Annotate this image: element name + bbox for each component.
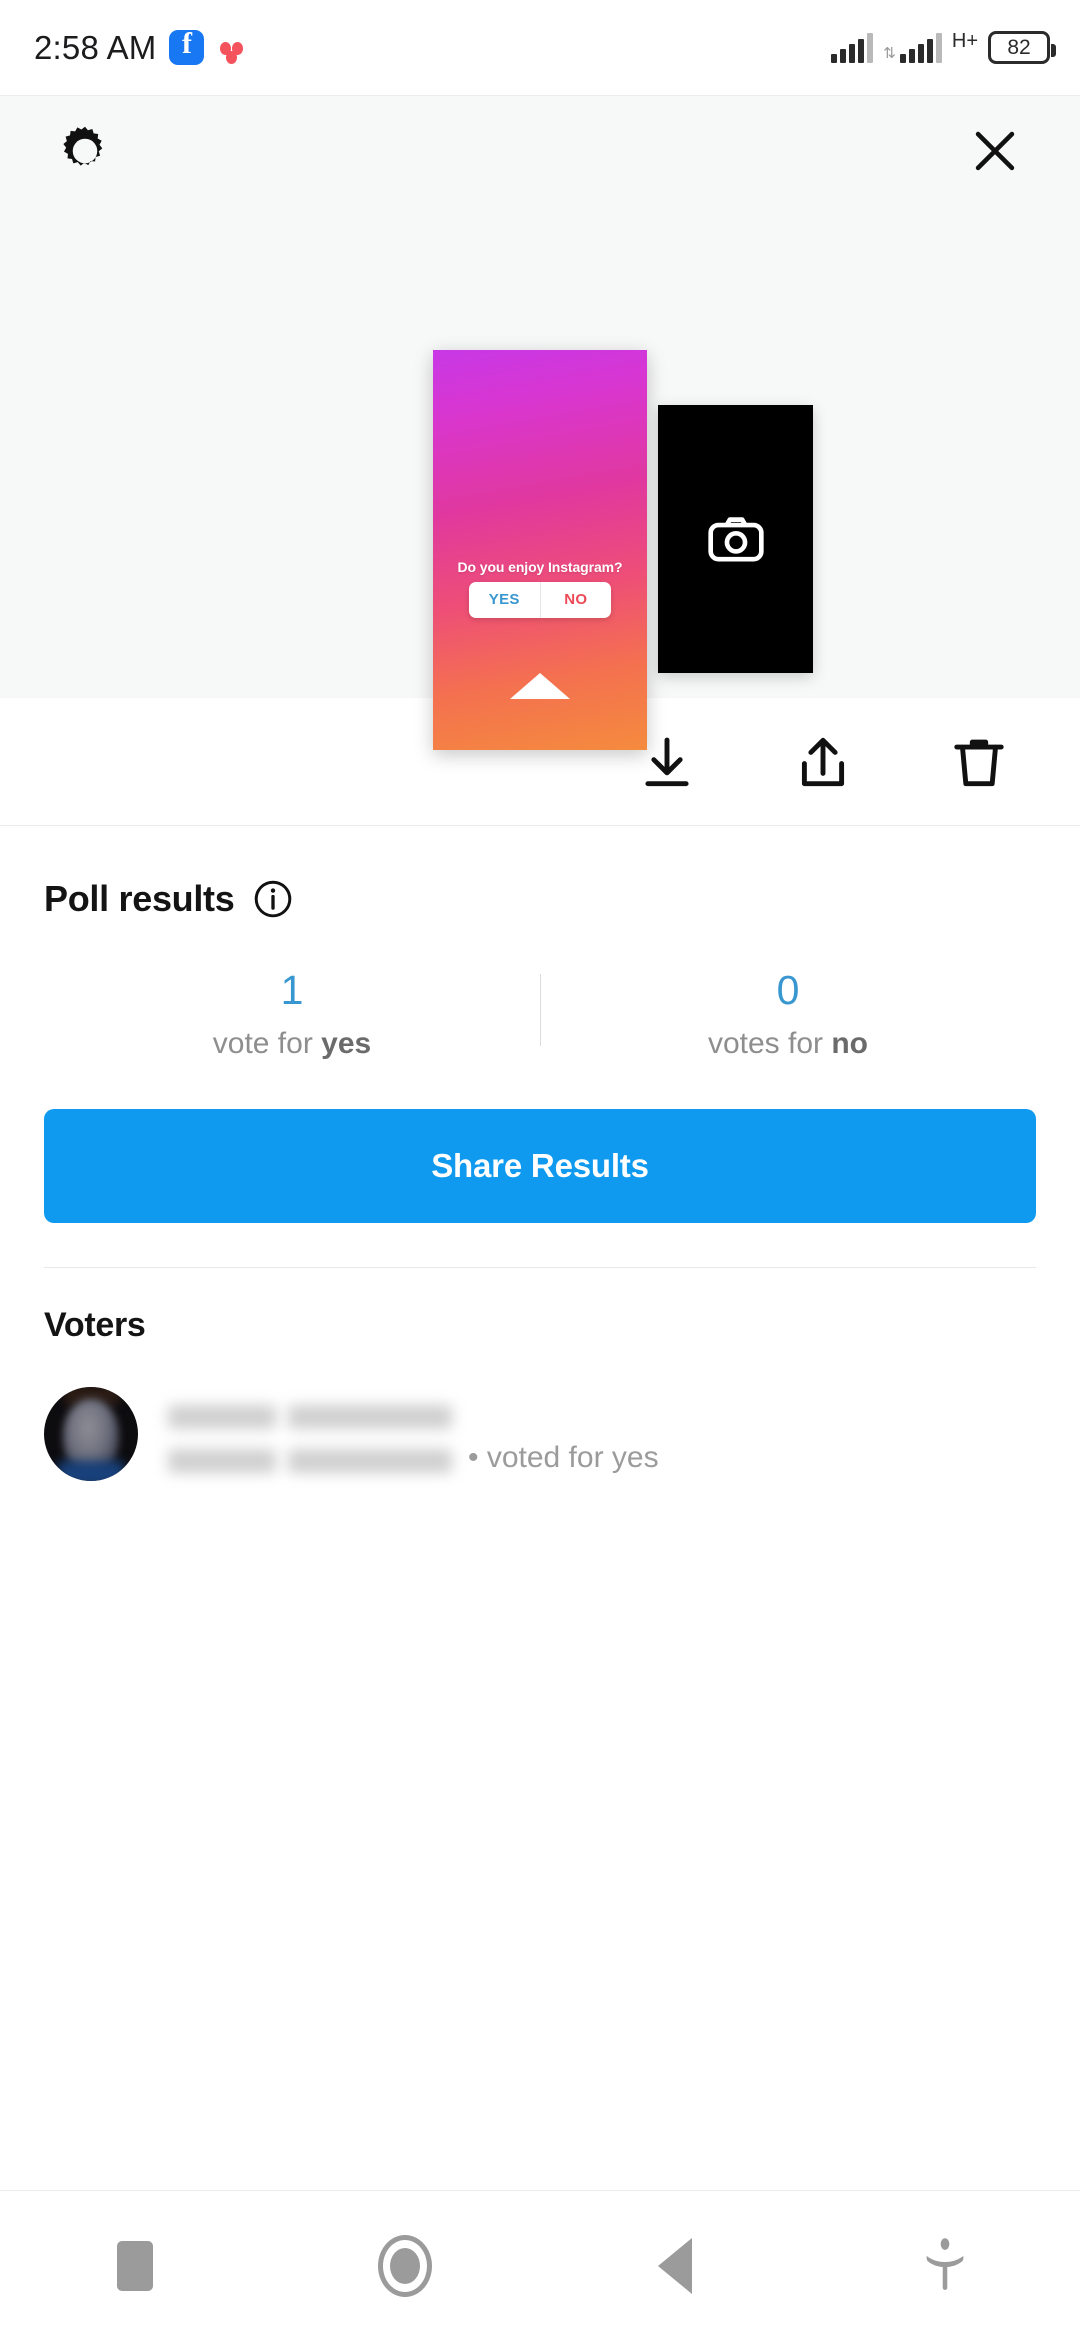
- poll-option-yes[interactable]: YES: [469, 582, 541, 618]
- battery-percent-label: 82: [1007, 35, 1031, 59]
- network-type-label: H+: [951, 30, 978, 52]
- nav-recents[interactable]: [0, 2240, 270, 2291]
- data-transfer-icon: ⇅: [883, 44, 896, 62]
- preview-pointer-caret: [510, 673, 570, 699]
- avatar[interactable]: [44, 1387, 138, 1482]
- vote-count-yes: 1 vote for yes: [44, 967, 540, 1061]
- poll-sticker: Do you enjoy Instagram? YES NO: [433, 559, 647, 618]
- facebook-icon: [169, 27, 205, 65]
- info-circle-icon[interactable]: [252, 878, 294, 920]
- settings-button[interactable]: [48, 114, 122, 188]
- voter-name-redacted: [168, 1449, 276, 1474]
- dots-notification-icon: [217, 33, 247, 64]
- vote-counts: 1 vote for yes 0 votes for no: [44, 967, 1036, 1061]
- circle-icon: [378, 2234, 432, 2297]
- no-count-value: 0: [776, 967, 800, 1013]
- yes-label-prefix: vote for: [212, 1027, 322, 1061]
- share-button[interactable]: [784, 723, 862, 801]
- poll-option-no[interactable]: NO: [541, 582, 612, 618]
- status-bar-clock: 2:58 AM: [34, 28, 157, 66]
- vote-count-no: 0 votes for no: [540, 967, 1036, 1061]
- no-label-prefix: votes for: [707, 1027, 832, 1061]
- accessibility-icon: [926, 2237, 964, 2290]
- gear-icon: [63, 126, 103, 166]
- voter-name-redacted: [288, 1405, 452, 1430]
- status-bar: 2:58 AM ⇅ H+ 82: [0, 0, 1080, 95]
- voter-vote-text: • voted for yes: [468, 1441, 659, 1475]
- voter-info: • voted for yes: [168, 1387, 1036, 1481]
- voters-title: Voters: [44, 1306, 146, 1345]
- preview-toolbar: [0, 96, 1080, 206]
- yes-count-value: 1: [280, 967, 304, 1013]
- story-preview-panel: Do you enjoy Instagram? YES NO: [0, 95, 1080, 750]
- status-bar-right: ⇅ H+ 82: [831, 0, 1056, 95]
- nav-accessibility[interactable]: [810, 2237, 1080, 2295]
- share-upload-icon: [801, 737, 845, 786]
- trash-icon: [954, 739, 1004, 786]
- story-thumbnails: Do you enjoy Instagram? YES NO: [0, 246, 1080, 750]
- share-results-button[interactable]: Share Results: [44, 1109, 1036, 1224]
- battery-icon: 82: [988, 31, 1056, 64]
- nav-home[interactable]: [270, 2234, 540, 2297]
- page-title: Poll results: [44, 878, 235, 919]
- close-button[interactable]: [958, 114, 1032, 188]
- status-bar-left: 2:58 AM: [34, 27, 247, 67]
- triangle-back-icon: [658, 2237, 692, 2294]
- signal-bars-icon-2: [899, 32, 942, 63]
- square-icon: [117, 2240, 153, 2291]
- network-type-group: ⇅: [883, 32, 942, 63]
- voters-section: Voters • voted for yes: [0, 1268, 1080, 1482]
- poll-options: YES NO: [469, 582, 611, 618]
- no-label-bold: no: [831, 1027, 869, 1061]
- poll-results-header: Poll results: [44, 878, 1036, 920]
- secondary-story-thumbnail[interactable]: [658, 405, 813, 673]
- yes-count-label: vote for yes: [44, 1027, 540, 1061]
- close-icon: [975, 131, 1015, 171]
- android-navigation-bar: [0, 2190, 1080, 2340]
- nav-back[interactable]: [540, 2237, 810, 2294]
- poll-results-section: Poll results 1 vote for yes 0 votes for …: [0, 826, 1080, 1269]
- no-count-label: votes for no: [540, 1027, 1036, 1061]
- voter-name-redacted: [168, 1405, 276, 1430]
- yes-label-bold: yes: [321, 1027, 372, 1061]
- delete-button[interactable]: [940, 723, 1018, 801]
- poll-question: Do you enjoy Instagram?: [457, 559, 623, 575]
- camera-icon: [707, 517, 764, 562]
- list-item[interactable]: • voted for yes: [44, 1387, 1036, 1482]
- voter-name-redacted: [288, 1449, 452, 1474]
- signal-bars-icon-1: [831, 32, 874, 63]
- vote-counts-divider: [540, 974, 541, 1046]
